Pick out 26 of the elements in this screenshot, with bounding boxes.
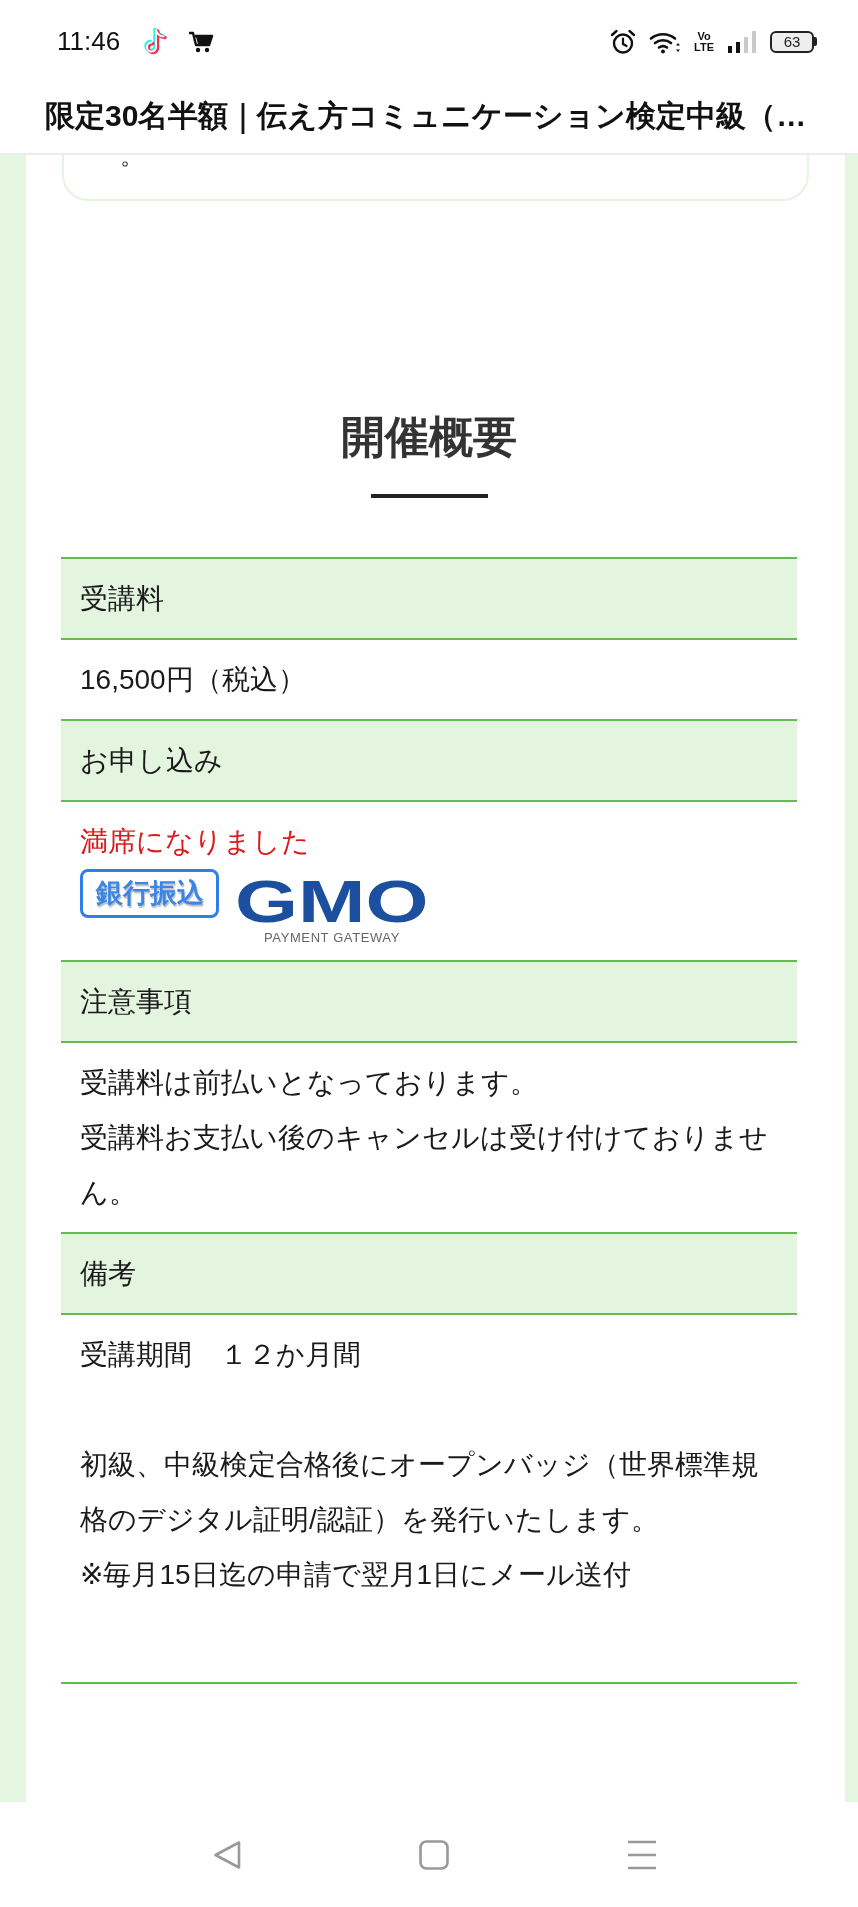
table-header-cell: 受講料 <box>61 557 797 638</box>
logo-wordmark: GMO <box>235 877 429 927</box>
cell-text: 受講期間 １２か月間 <box>80 1338 362 1372</box>
bank-transfer-badge: 銀行振込 <box>80 869 219 918</box>
home-icon[interactable] <box>419 1839 449 1870</box>
page-title: 限定30名半額｜伝え方コミュニケーション検定中級（… <box>45 97 807 136</box>
menu-icon[interactable] <box>627 1839 657 1870</box>
cell-text: 受講料は前払いとなっております。 <box>80 1066 539 1100</box>
cart-icon <box>188 29 215 54</box>
table-header-cell: お申し込み <box>61 719 797 800</box>
section-heading: 開催概要 <box>340 411 518 463</box>
signal-icon <box>727 29 757 54</box>
table-header-cell: 注意事項 <box>61 960 797 1041</box>
status-time: 11:46 <box>57 26 121 57</box>
back-icon[interactable] <box>213 1839 241 1870</box>
alarm-clock-icon <box>610 28 637 55</box>
logo-tagline: PAYMENT GATEWAY <box>264 931 400 945</box>
cell-text: 受講料お支払い後のキャンセルは受け付けておりません。 <box>80 1121 769 1210</box>
sold-out-notice: 満席になりました <box>80 825 311 859</box>
cell-text: ※毎月15日迄の申請で翌月1日にメール送付 <box>80 1558 633 1592</box>
cell-text: 16,500円（税込） <box>80 663 307 697</box>
card-text: 。 <box>120 155 144 168</box>
network-type-label: Vo LTE <box>694 30 714 53</box>
battery-indicator: 63 <box>770 30 817 53</box>
cell-text: 初級、中級検定合格後にオープンバッジ（世界標準規格のデジタル証明/認証）を発行いたします。 <box>80 1448 760 1537</box>
table-header-cell: 備考 <box>61 1232 797 1313</box>
